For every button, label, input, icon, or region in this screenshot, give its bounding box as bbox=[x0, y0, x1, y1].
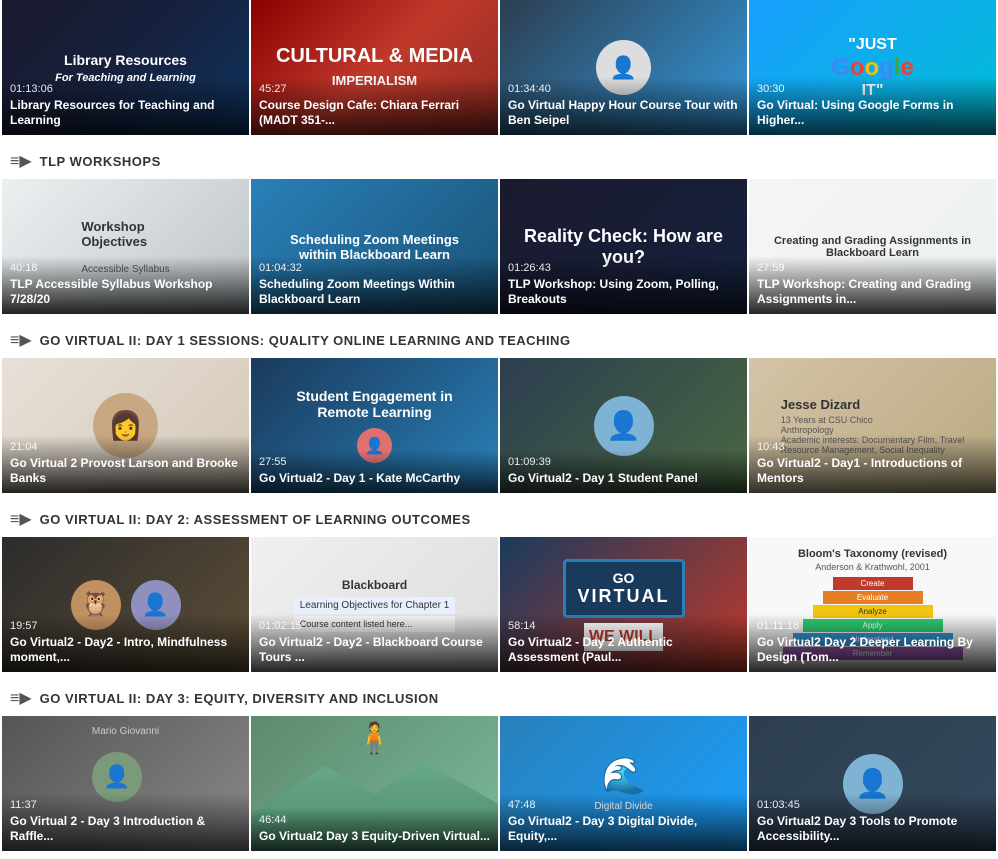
section-go-virtual-day2: ≡▶ GO VIRTUAL II: DAY 2: ASSESSMENT OF L… bbox=[0, 501, 998, 680]
video-card-lib-resources[interactable]: Library ResourcesFor Teaching and Learni… bbox=[2, 0, 249, 135]
section-go-virtual-day1: ≡▶ GO VIRTUAL II: DAY 1 SESSIONS: QUALIT… bbox=[0, 322, 998, 501]
video-title: Go Virtual2 - Day 1 - Kate McCarthy bbox=[259, 471, 490, 487]
video-card-creating-grading[interactable]: Creating and Grading Assignments inBlack… bbox=[749, 179, 996, 314]
video-duration: 01:04:32 bbox=[259, 262, 490, 274]
video-duration: 40:18 bbox=[10, 262, 241, 274]
playlist-icon: ≡▶ bbox=[10, 509, 32, 529]
section-title-day2: GO VIRTUAL II: DAY 2: ASSESSMENT OF LEAR… bbox=[40, 512, 471, 527]
video-duration: 01:26:43 bbox=[508, 262, 739, 274]
video-duration: 46:44 bbox=[259, 814, 490, 826]
video-card-kate-mccarthy[interactable]: Student Engagement inRemote Learning 👤 2… bbox=[251, 358, 498, 493]
video-title: Go Virtual2 Day 3 Tools to Promote Acces… bbox=[757, 814, 988, 845]
video-duration: 30:30 bbox=[757, 83, 988, 95]
video-title: Scheduling Zoom Meetings Within Blackboa… bbox=[259, 277, 490, 308]
video-card-jesse-dizard[interactable]: Jesse Dizard 13 Years at CSU ChicoAnthro… bbox=[749, 358, 996, 493]
video-title: Go Virtual2 - Day 1 Student Panel bbox=[508, 471, 739, 487]
video-duration: 01:34:40 bbox=[508, 83, 739, 95]
video-duration: 27:55 bbox=[259, 456, 490, 468]
playlist-icon: ≡▶ bbox=[10, 688, 32, 708]
playlist-icon: ≡▶ bbox=[10, 330, 32, 350]
video-card-happy-hour[interactable]: 👤 01:34:40 Go Virtual Happy Hour Course … bbox=[500, 0, 747, 135]
video-duration: 45:27 bbox=[259, 83, 490, 95]
video-title: Go Virtual2 - Day2 - Blackboard Course T… bbox=[259, 635, 490, 666]
video-title: Go Virtual 2 Provost Larson and Brooke B… bbox=[10, 456, 241, 487]
video-duration: 10:43 bbox=[757, 441, 988, 453]
section-title-tlp: TLP WORKSHOPS bbox=[40, 154, 161, 169]
video-title: Go Virtual2 - Day1 - Introductions of Me… bbox=[757, 456, 988, 487]
video-title: Go Virtual2 Day 3 Equity-Driven Virtual.… bbox=[259, 829, 490, 845]
section-title-day1: GO VIRTUAL II: DAY 1 SESSIONS: QUALITY O… bbox=[40, 333, 571, 348]
video-title: TLP Workshop: Creating and Grading Assig… bbox=[757, 277, 988, 308]
video-duration: 01:09:39 bbox=[508, 456, 739, 468]
video-card-day3-tools[interactable]: 👤 01:03:45 Go Virtual2 Day 3 Tools to Pr… bbox=[749, 716, 996, 851]
section-title-day3: GO VIRTUAL II: DAY 3: EQUITY, DIVERSITY … bbox=[40, 691, 439, 706]
video-card-day2-intro[interactable]: 🦉 👤 19:57 Go Virtual2 - Day2 - Intro, Mi… bbox=[2, 537, 249, 672]
video-title: TLP Workshop: Using Zoom, Polling, Break… bbox=[508, 277, 739, 308]
video-title: Go Virtual 2 - Day 3 Introduction & Raff… bbox=[10, 814, 241, 845]
video-card-accessible-syllabus[interactable]: WorkshopObjectives Accessible Syllabus 4… bbox=[2, 179, 249, 314]
section-tlp-workshops: ≡▶ TLP WORKSHOPS WorkshopObjectives Acce… bbox=[0, 143, 998, 322]
video-duration: 11:37 bbox=[10, 799, 241, 811]
video-duration: 01:13:06 bbox=[10, 83, 241, 95]
video-title: Go Virtual: Using Google Forms in Higher… bbox=[757, 98, 988, 129]
video-title: TLP Accessible Syllabus Workshop 7/28/20 bbox=[10, 277, 241, 308]
video-title: Go Virtual2 - Day 2 Authentic Assessment… bbox=[508, 635, 739, 666]
playlist-icon: ≡▶ bbox=[10, 151, 32, 171]
video-grid-library: Library ResourcesFor Teaching and Learni… bbox=[0, 0, 998, 143]
app-container: Library ResourcesFor Teaching and Learni… bbox=[0, 0, 998, 859]
video-title: Go Virtual Happy Hour Course Tour with B… bbox=[508, 98, 739, 129]
video-duration: 19:57 bbox=[10, 620, 241, 632]
video-card-day2-bloom[interactable]: Bloom's Taxonomy (revised) Anderson & Kr… bbox=[749, 537, 996, 672]
video-card-scheduling-zoom[interactable]: Scheduling Zoom Meetingswithin Blackboar… bbox=[251, 179, 498, 314]
video-duration: 01:02:15 bbox=[259, 620, 490, 632]
video-card-google-it[interactable]: "JUST Google IT" 30:30 Go Virtual: Using… bbox=[749, 0, 996, 135]
video-card-day2-blackboard[interactable]: Blackboard Learning Objectives for Chapt… bbox=[251, 537, 498, 672]
video-title: Go Virtual2 Day 2 Deeper Learning By Des… bbox=[757, 635, 988, 666]
video-duration: 27:59 bbox=[757, 262, 988, 274]
video-card-day3-intro[interactable]: Mario Giovanni 👤 11:37 Go Virtual 2 - Da… bbox=[2, 716, 249, 851]
video-duration: 01:03:45 bbox=[757, 799, 988, 811]
video-title: Course Design Cafe: Chiara Ferrari (MADT… bbox=[259, 98, 490, 129]
video-duration: 47:48 bbox=[508, 799, 739, 811]
video-title: Library Resources for Teaching and Learn… bbox=[10, 98, 241, 129]
section-go-virtual-day3: ≡▶ GO VIRTUAL II: DAY 3: EQUITY, DIVERSI… bbox=[0, 680, 998, 859]
video-card-provost-larson[interactable]: 👩 21:04 Go Virtual 2 Provost Larson and … bbox=[2, 358, 249, 493]
video-title: Go Virtual2 - Day2 - Intro, Mindfulness … bbox=[10, 635, 241, 666]
video-card-using-zoom[interactable]: Reality Check: How are you? 01:26:43 TLP… bbox=[500, 179, 747, 314]
video-card-student-panel[interactable]: 👤 01:09:39 Go Virtual2 - Day 1 Student P… bbox=[500, 358, 747, 493]
video-card-cultural-media[interactable]: Cultural & MediaImperialism 45:27 Course… bbox=[251, 0, 498, 135]
video-title: Go Virtual2 - Day 3 Digital Divide, Equi… bbox=[508, 814, 739, 845]
video-duration: 58:14 bbox=[508, 620, 739, 632]
video-card-day3-equity[interactable]: 🧍 46:44 Go Virtual2 Day 3 Equity-Driven … bbox=[251, 716, 498, 851]
video-duration: 21:04 bbox=[10, 441, 241, 453]
video-card-day3-digital[interactable]: 🌊 Digital Divide 47:48 Go Virtual2 - Day… bbox=[500, 716, 747, 851]
video-duration: 01:11:18 bbox=[757, 620, 988, 632]
video-card-day2-authentic[interactable]: GO VIRTUAL WE WILL 58:14 Go Virtual2 - D… bbox=[500, 537, 747, 672]
